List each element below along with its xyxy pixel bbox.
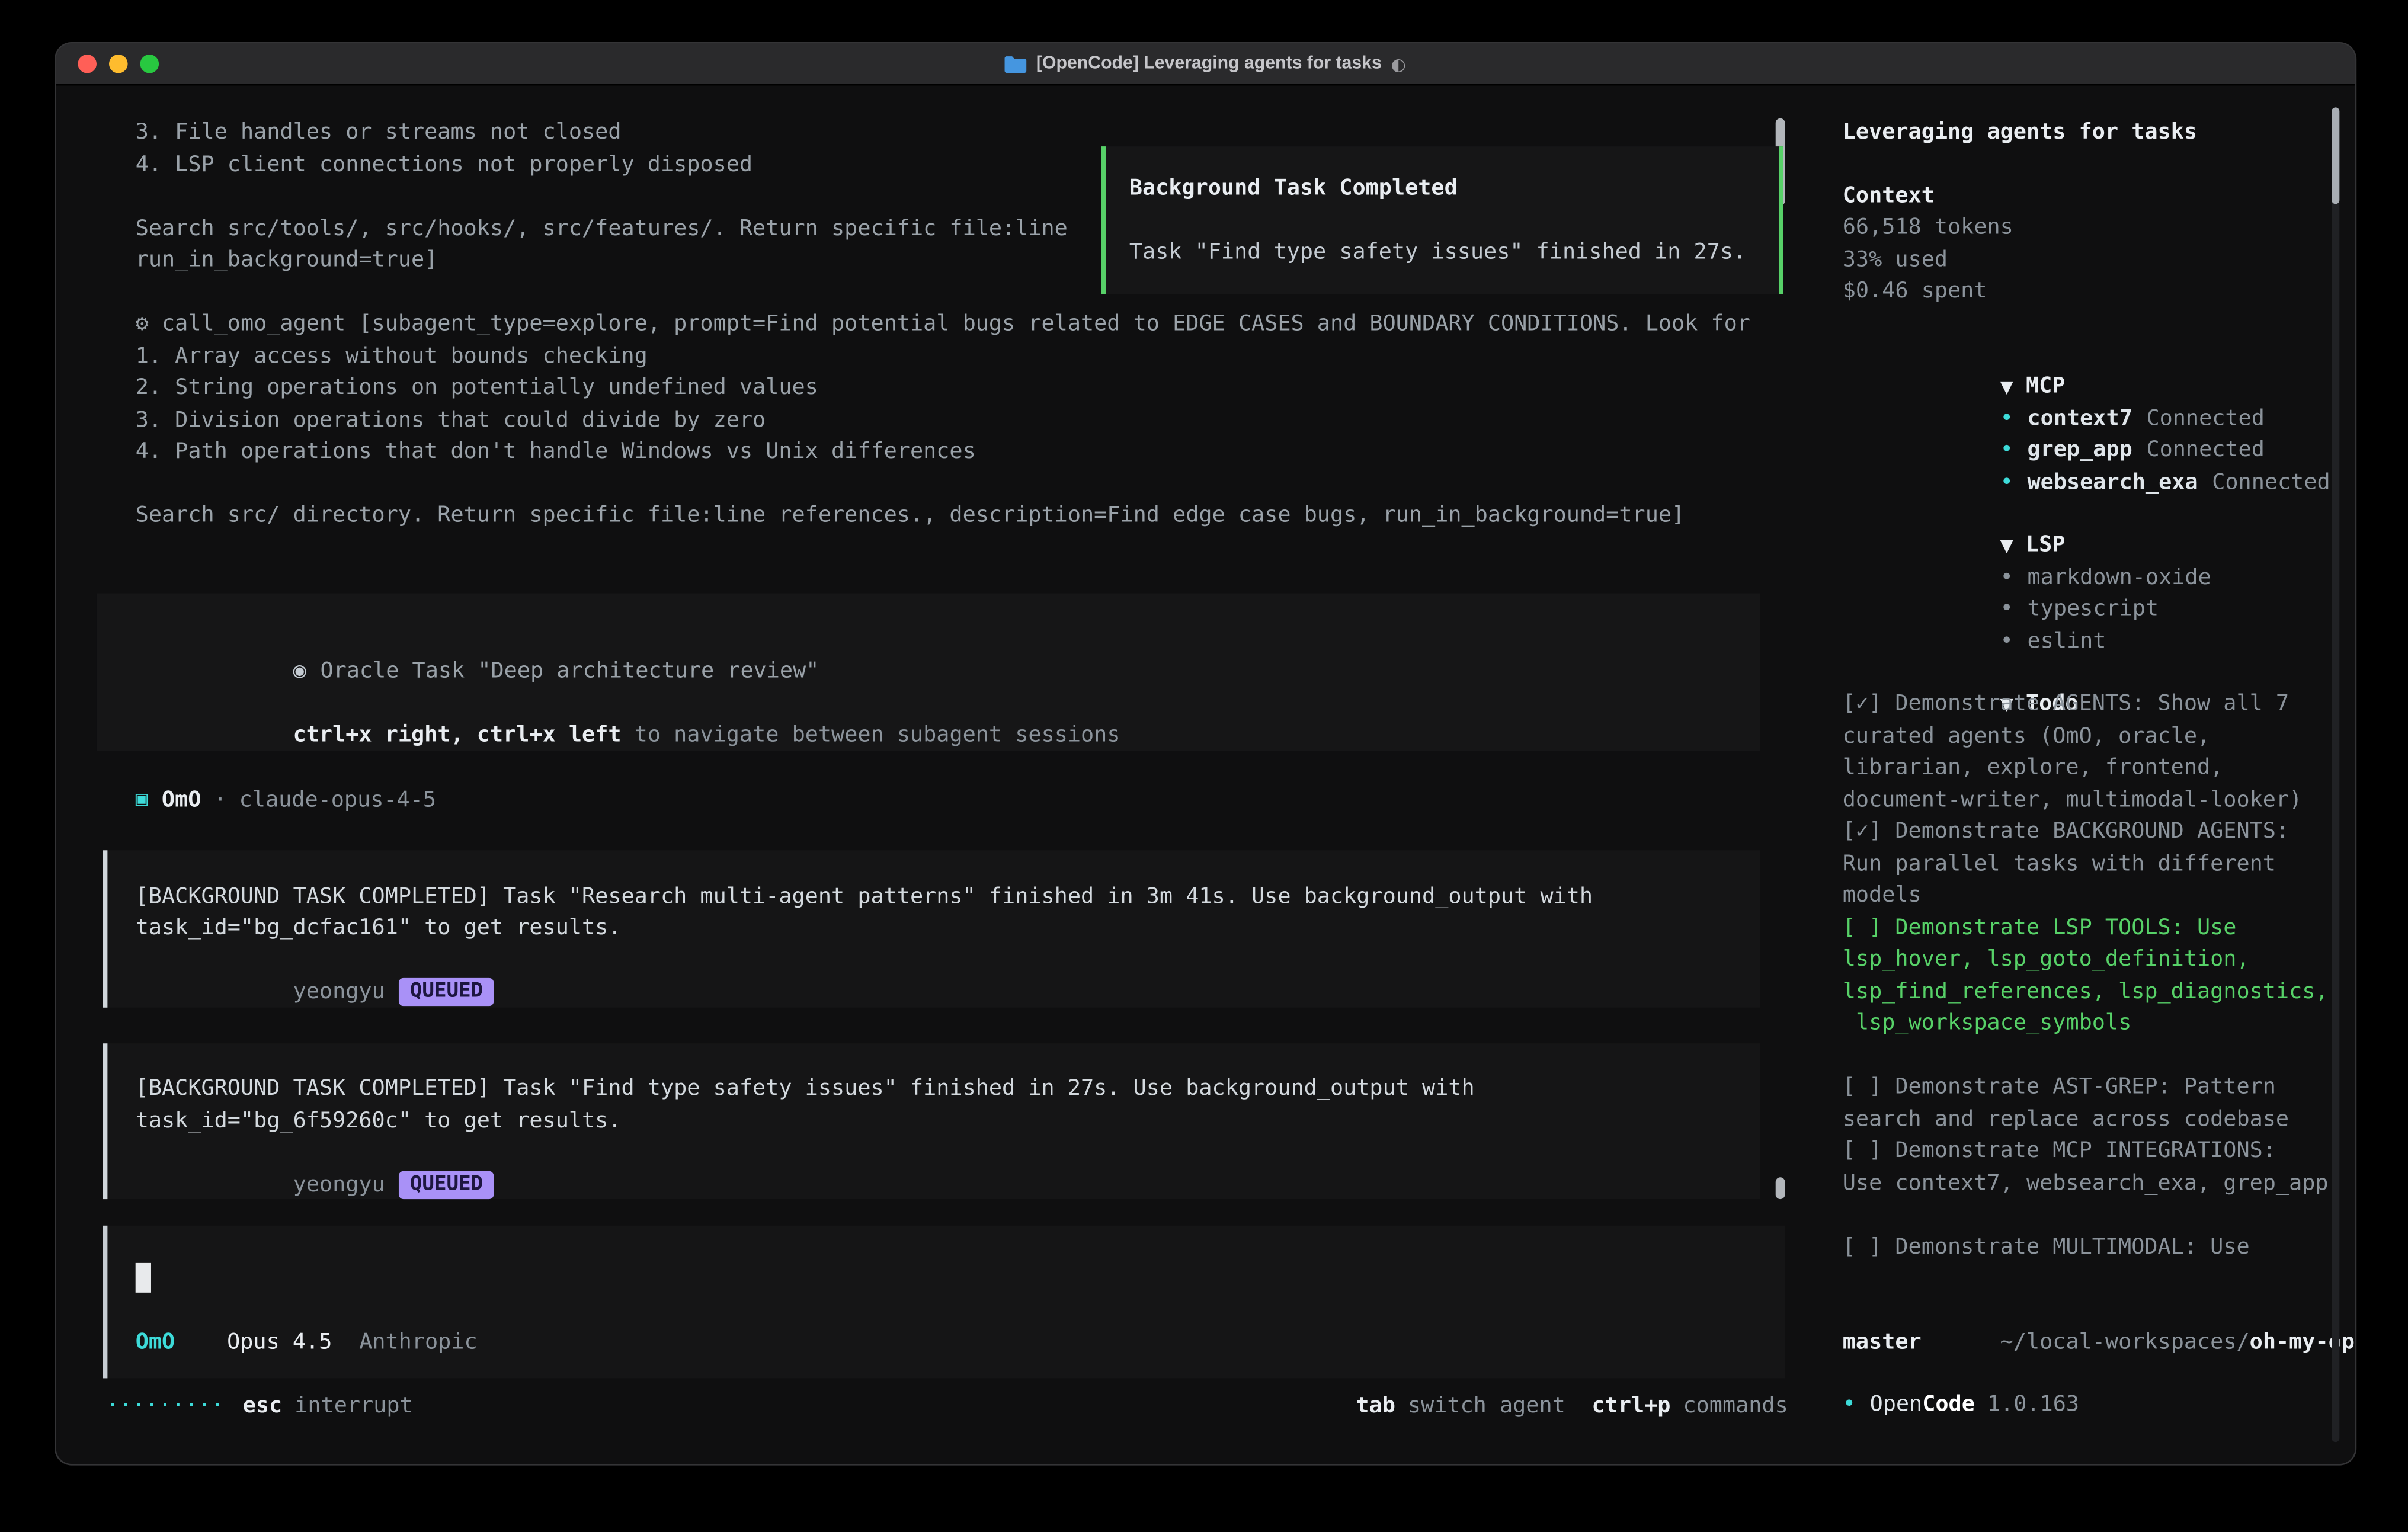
tab-key-hint: tab xyxy=(1356,1390,1395,1422)
todo-item: [ ] Demonstrate LSP TOOLS: Use lsp_hover… xyxy=(1843,912,2332,1040)
terminal-line: 3. Division operations that could divide… xyxy=(136,404,1820,436)
spinner-dots: ········· xyxy=(106,1390,224,1422)
ctrlp-key-hint: ctrl+p xyxy=(1592,1390,1671,1422)
agent-header: ▣ OmO · claude-opus-4-5 xyxy=(136,785,1820,817)
brand-name: Open xyxy=(1870,1392,1923,1417)
oracle-task-panel[interactable]: ◉Oracle Task "Deep architecture review" … xyxy=(97,592,1760,751)
mcp-heading: ▼MCP xyxy=(1843,339,2329,371)
context-heading: Context xyxy=(1843,180,2329,212)
terminal-line: 2. String operations on potentially unde… xyxy=(136,372,1820,404)
agent-model: claude-opus-4-5 xyxy=(239,785,436,817)
mcp-section: ▼MCP •context7Connected •grep_appConnect… xyxy=(1843,339,2329,467)
terminal-line xyxy=(136,468,1820,500)
bullet-icon: • xyxy=(2000,629,2013,653)
bullet-icon: • xyxy=(2000,438,2013,463)
record-icon: ◉ xyxy=(293,659,306,684)
traffic-lights xyxy=(78,44,159,84)
chevron-down-icon[interactable]: ▼ xyxy=(2000,377,2013,397)
progress-half-circle-icon: ◐ xyxy=(1391,54,1406,74)
sidebar-scrollbar-thumb[interactable] xyxy=(2332,107,2339,204)
message-line: task_id="bg_6f59260c" to get results. xyxy=(136,1105,1760,1137)
close-button[interactable] xyxy=(78,55,97,73)
todo-item: [ ] Demonstrate AST-GREP: Pattern search… xyxy=(1843,1072,2332,1136)
context-used: 33% used xyxy=(1843,243,2329,275)
app-version-footer: •OpenCode1.0.163 xyxy=(1843,1389,2329,1421)
tab-key-label: switch agent xyxy=(1408,1390,1565,1422)
keybind-hint: ctrl+x right, ctrl+x left xyxy=(293,723,622,748)
bullet-icon: • xyxy=(2000,565,2013,589)
titlebar[interactable]: [OpenCode] Leveraging agents for tasks ◐ xyxy=(56,44,2355,86)
terminal-line: 1. Array access without bounds checking xyxy=(136,340,1820,372)
desktop: [OpenCode] Leveraging agents for tasks ◐… xyxy=(0,0,2408,1532)
model-info-row: OmO Opus 4.5 Anthropic xyxy=(136,1326,478,1358)
message-line: task_id="bg_dcfac161" to get results. xyxy=(136,912,1760,944)
agent-name: OmO xyxy=(162,785,201,817)
bullet-icon: • xyxy=(2000,406,2013,431)
background-task-message[interactable]: [BACKGROUND TASK COMPLETED] Task "Resear… xyxy=(103,850,1760,1007)
folder-icon xyxy=(1005,55,1027,72)
maximize-button[interactable] xyxy=(140,55,159,73)
workspace-path: ~/local-workspaces/oh-my-opencode: maste… xyxy=(1843,1294,2332,1358)
window-title: [OpenCode] Leveraging agents for tasks xyxy=(1036,55,1382,73)
esc-key-hint: esc xyxy=(243,1390,282,1422)
sidebar: Leveraging agents for tasks Context 66,5… xyxy=(1819,86,2355,1464)
app-window: [OpenCode] Leveraging agents for tasks ◐… xyxy=(56,44,2355,1464)
terminal-line: Search src/ directory. Return specific f… xyxy=(136,500,1820,532)
toast-title: Background Task Completed xyxy=(1129,173,1756,205)
session-title: Leveraging agents for tasks xyxy=(1843,117,2329,149)
status-badge: QUEUED xyxy=(399,978,494,1006)
active-model-name: Opus 4.5 xyxy=(227,1329,332,1354)
status-badge: QUEUED xyxy=(399,1170,494,1198)
context-spent: $0.46 spent xyxy=(1843,275,2329,307)
ctrlp-key-label: commands xyxy=(1683,1390,1788,1422)
active-agent-name: OmO xyxy=(136,1329,175,1354)
message-line: [BACKGROUND TASK COMPLETED] Task "Resear… xyxy=(136,881,1760,913)
bullet-icon: • xyxy=(2000,470,2013,495)
prompt-input[interactable]: OmO Opus 4.5 Anthropic xyxy=(103,1226,1785,1379)
chevron-down-icon[interactable]: ▼ xyxy=(2000,536,2013,556)
scrollbar-thumb-secondary[interactable] xyxy=(1776,1177,1785,1199)
todo-section: ▼Todo [✓] Demonstrate AGENTS: Show all 7… xyxy=(1843,656,2332,1263)
provider-name: Anthropic xyxy=(359,1329,477,1354)
todo-item: [ ] Demonstrate MCP INTEGRATIONS: Use co… xyxy=(1843,1135,2332,1199)
todo-item: [ ] Demonstrate MULTIMODAL: Use xyxy=(1843,1231,2332,1263)
esc-key-label: interrupt xyxy=(294,1390,412,1422)
bullet-icon: • xyxy=(2000,597,2013,621)
workspace-prefix: ~/local-workspaces/ xyxy=(2000,1329,2250,1354)
tool-call-line: ⚙ call_omo_agent [subagent_type=explore,… xyxy=(136,308,1820,340)
context-section: Context 66,518 tokens 33% used $0.46 spe… xyxy=(1843,180,2329,308)
terminal-line: 3. File handles or streams not closed xyxy=(136,117,1820,149)
message-author: yeongyu xyxy=(293,979,385,1004)
sidebar-scrollbar-track[interactable] xyxy=(2332,107,2339,1442)
message-author: yeongyu xyxy=(293,1172,385,1197)
separator-dot: · xyxy=(213,785,226,817)
todo-item: [✓] Demonstrate BACKGROUND AGENTS: Run p… xyxy=(1843,816,2332,912)
bullet-icon: • xyxy=(1843,1392,1856,1417)
app-version: 1.0.163 xyxy=(1987,1392,2079,1417)
text-cursor xyxy=(136,1263,150,1293)
todo-item: [✓] Demonstrate AGENTS: Show all 7 curat… xyxy=(1843,688,2332,816)
agent-square-icon: ▣ xyxy=(136,785,148,817)
background-task-message[interactable]: [BACKGROUND TASK COMPLETED] Task "Find t… xyxy=(103,1043,1760,1199)
terminal-line: 4. Path operations that don't handle Win… xyxy=(136,436,1820,468)
toast-notification[interactable]: Background Task Completed Task "Find typ… xyxy=(1101,146,1783,294)
context-tokens: 66,518 tokens xyxy=(1843,212,2329,244)
message-line: [BACKGROUND TASK COMPLETED] Task "Find t… xyxy=(136,1073,1760,1105)
toast-body: Task "Find type safety issues" finished … xyxy=(1129,237,1756,269)
conversation-pane[interactable]: 3. File handles or streams not closed 4.… xyxy=(56,86,1820,1464)
keybind-hint-label: to navigate between subagent sessions xyxy=(622,723,1120,748)
status-bar: ········· esc interrupt tab switch agent… xyxy=(106,1390,1788,1422)
oracle-task-title: Oracle Task "Deep architecture review" xyxy=(320,659,819,684)
window-title-area: [OpenCode] Leveraging agents for tasks ◐ xyxy=(1005,54,1406,74)
minimize-button[interactable] xyxy=(109,55,128,73)
